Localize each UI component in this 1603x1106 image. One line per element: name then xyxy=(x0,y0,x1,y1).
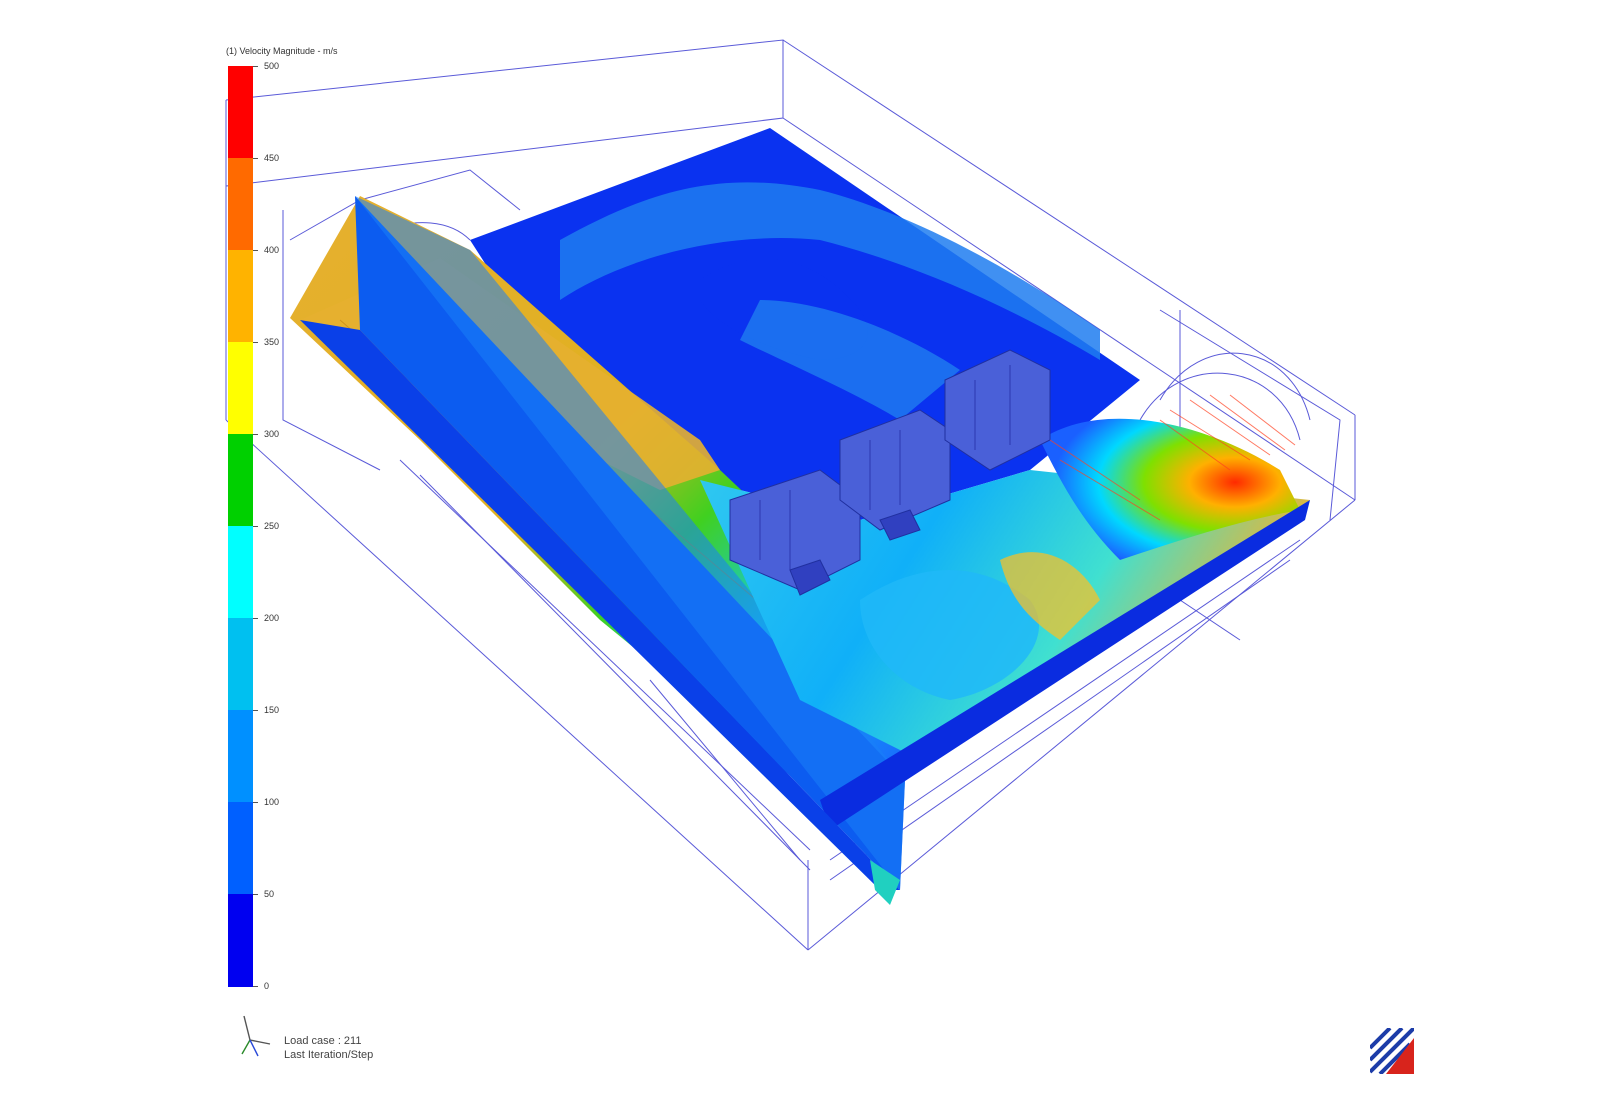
legend-tick-label: 350 xyxy=(264,337,280,347)
legend-tick-mark xyxy=(253,894,258,895)
legend-tick-label: 300 xyxy=(264,429,280,439)
legend-tick-mark xyxy=(253,342,258,343)
legend-tick-label: 0 xyxy=(264,981,270,991)
color-band xyxy=(228,802,253,895)
legend-tick-mark xyxy=(253,986,258,987)
company-logo-icon xyxy=(1370,1028,1414,1074)
color-band xyxy=(228,526,253,619)
legend-tick-label: 200 xyxy=(264,613,280,623)
color-band xyxy=(228,894,253,987)
color-band xyxy=(228,342,253,435)
legend-tick-label: 500 xyxy=(264,61,280,71)
legend-tick-label: 250 xyxy=(264,521,280,531)
legend-tick-mark xyxy=(253,618,258,619)
load-case-label: Load case : 211 xyxy=(284,1035,362,1047)
cfd-viewport[interactable]: (1) Velocity Magnitude - m/s Load case :… xyxy=(0,0,1603,1101)
legend-tick-label: 150 xyxy=(264,705,280,715)
legend-tick-mark xyxy=(253,710,258,711)
color-band xyxy=(228,250,253,343)
legend-tick-mark xyxy=(253,526,258,527)
color-band xyxy=(228,618,253,711)
legend-tick-mark xyxy=(253,66,258,67)
color-band xyxy=(228,434,253,527)
color-band xyxy=(228,710,253,803)
axis-triad-icon xyxy=(241,1015,271,1057)
color-band xyxy=(228,66,253,159)
status-panel: Load case : 211 Last Iteration/Step xyxy=(284,1034,373,1062)
legend-title: (1) Velocity Magnitude - m/s xyxy=(226,46,338,56)
legend-tick-mark xyxy=(253,434,258,435)
color-band xyxy=(228,158,253,251)
legend-tick-mark xyxy=(253,250,258,251)
color-scale-bar xyxy=(228,66,253,987)
legend-tick-mark xyxy=(253,158,258,159)
legend-tick-label: 100 xyxy=(264,797,280,807)
legend-tick-label: 400 xyxy=(264,245,280,255)
legend-tick-label: 50 xyxy=(264,889,275,899)
legend-tick-mark xyxy=(253,802,258,803)
iteration-label: Last Iteration/Step xyxy=(284,1049,374,1061)
legend-tick-label: 450 xyxy=(264,153,280,163)
